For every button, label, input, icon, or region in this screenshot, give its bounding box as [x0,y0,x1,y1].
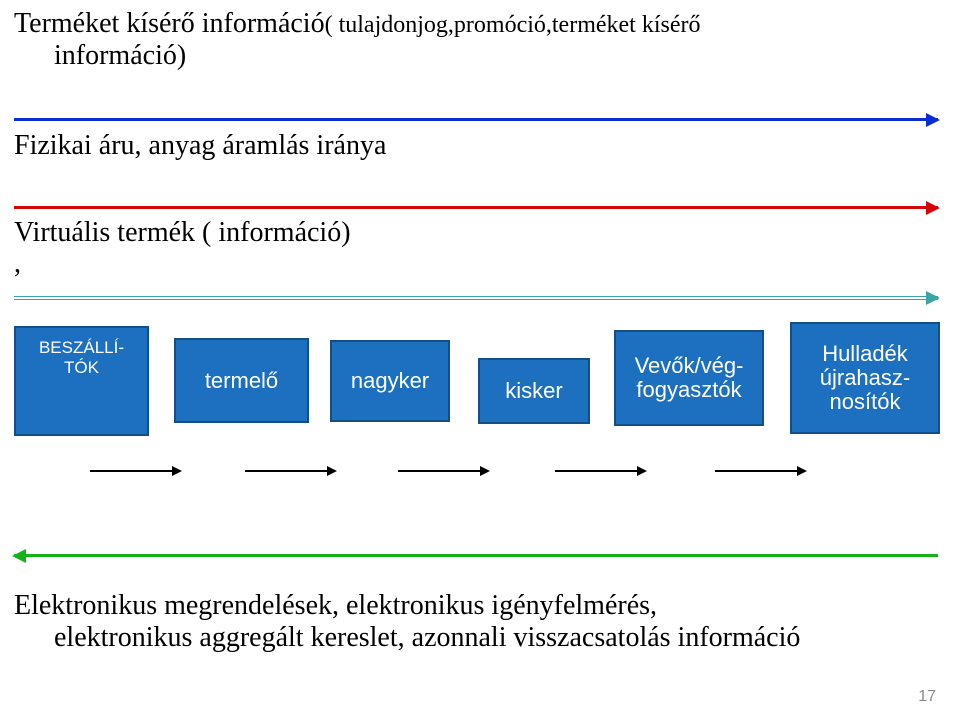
bottom-text: Elektronikus megrendelések, elektronikus… [14,590,800,654]
bottom-line-2: elektronikus aggregált kereslet, azonnal… [14,622,800,654]
flow-arrow-4 [555,470,645,472]
box-recyclers: Hulladék újrahasz-nosítók [790,322,940,434]
box-retail-label: kisker [505,378,562,404]
title-block: Terméket kísérő információ( tulajdonjog,… [14,8,701,72]
page-number: 17 [918,688,936,706]
label-physical: Fizikai áru, anyag áramlás iránya [14,130,386,162]
box-producer-label: termelő [205,368,278,394]
box-consumers-label: Vevők/vég-fogyasztók [622,354,756,402]
flow-arrow-3 [398,470,488,472]
flow-arrow-5 [715,470,805,472]
title-main: Terméket kísérő információ [14,8,325,39]
title-sub: ( tulajdonjog,promóció,terméket kísérő [325,12,701,38]
title-sub2: információ) [14,40,701,72]
flow-arrow-2 [245,470,335,472]
label-virtual-l2: , [14,248,21,279]
bottom-line-1: Elektronikus megrendelések, elektronikus… [14,590,657,621]
flow-arrow-1 [90,470,180,472]
box-suppliers: BESZÁLLÍ-TÓK [14,326,149,436]
box-recyclers-label: Hulladék újrahasz-nosítók [798,342,932,415]
box-wholesale: nagyker [330,340,450,422]
label-virtual-l1: Virtuális termék ( információ) [14,217,351,248]
box-consumers: Vevők/vég-fogyasztók [614,330,764,426]
box-retail: kisker [478,358,590,424]
box-wholesale-label: nagyker [351,368,429,394]
box-suppliers-label: BESZÁLLÍ-TÓK [22,338,141,378]
label-virtual: Virtuális termék ( információ) , [14,218,351,280]
box-producer: termelő [174,338,309,423]
